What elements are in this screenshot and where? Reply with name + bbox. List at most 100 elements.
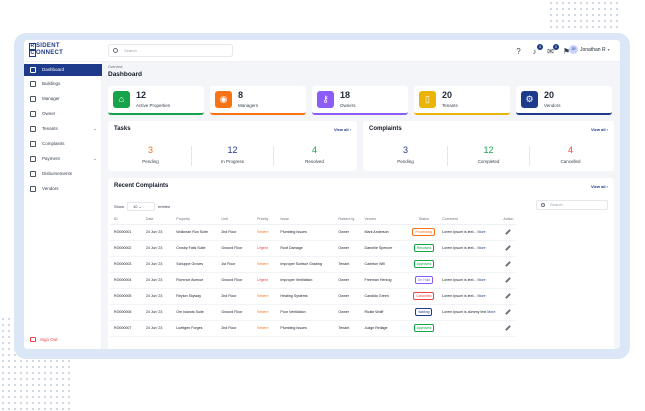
entries-select[interactable]: 10 ⌄ — [127, 202, 156, 211]
edit-icon[interactable] — [505, 309, 512, 315]
help-icon[interactable]: ? — [514, 47, 523, 56]
complaints-view-all-link[interactable]: View all › — [591, 127, 608, 132]
column-header[interactable]: Raised by — [334, 214, 361, 225]
sidebar-item-tenants[interactable]: Tenants ⌄ — [24, 123, 102, 135]
column-header[interactable]: Property — [172, 214, 218, 225]
more-link[interactable]: More — [476, 294, 485, 298]
table-cell: Mark Anderson — [360, 224, 406, 241]
table-row[interactable]: RO000001 24 Jun '23 Wolkman Run Suite 2nd F… — [110, 224, 516, 241]
sidebar-item-buildings[interactable]: Buildings — [24, 78, 102, 90]
owner-icon — [30, 111, 36, 117]
stat-card-managers[interactable]: ◉ 8 Managers — [210, 86, 306, 115]
edit-icon[interactable] — [505, 277, 512, 283]
column-header[interactable]: Status — [405, 214, 439, 225]
column-header[interactable]: Action — [496, 214, 516, 225]
table-cell: 2nd Floor — [217, 224, 254, 241]
search-input[interactable]: Search — [108, 44, 233, 57]
complaints-cancelled: 4 Cancelled — [560, 145, 581, 164]
table-row[interactable]: RO000004 24 Jun '23 Florence Avenue Ground … — [110, 272, 516, 289]
sidebar-item-manager[interactable]: Manager — [24, 93, 102, 105]
status-cell: Cancelled — [405, 288, 439, 305]
edit-icon[interactable] — [505, 293, 512, 299]
stat-card-properties[interactable]: ⌂ 12 Active Properties — [108, 86, 204, 115]
status-badge: On Hold — [414, 276, 434, 284]
table-cell: Owner — [334, 224, 361, 241]
vendor-icon — [30, 186, 36, 192]
edit-icon[interactable] — [505, 325, 512, 331]
column-header[interactable]: Issue — [276, 214, 335, 225]
table-cell: Owner — [334, 288, 361, 305]
table-cell: RO000006 — [110, 304, 142, 321]
complaint-icon — [30, 141, 36, 147]
search-icon — [113, 48, 118, 53]
sidebar-item-vendors[interactable]: Vendors — [24, 183, 102, 195]
column-header[interactable]: Date — [141, 214, 173, 225]
priority-cell: Severe — [253, 304, 277, 321]
page-title: Dashboard — [108, 71, 142, 78]
action-cell — [496, 288, 516, 305]
table-cell: 2nd Floor — [217, 320, 254, 337]
recent-view-all-link[interactable]: View all › — [591, 184, 608, 189]
complaints-completed: 12 Completed — [477, 145, 500, 164]
complaints-table: ID Date Property Unit Priority Issue Raised by… — [110, 214, 516, 337]
action-cell — [496, 240, 516, 257]
mail-icon[interactable]: ✉ 2 — [546, 43, 559, 56]
table-cell: RO000002 — [110, 240, 142, 257]
status-badge: Approved — [413, 260, 435, 268]
logout-icon — [30, 337, 36, 343]
edit-icon[interactable] — [505, 261, 512, 267]
edit-icon[interactable] — [505, 245, 512, 251]
more-link[interactable]: More — [476, 230, 485, 234]
table-row[interactable]: RO000005 24 Jun '23 Reyton Skyway 2nd Floor… — [110, 288, 516, 305]
sidebar-item-complaints[interactable]: Complaints — [24, 138, 102, 150]
more-link[interactable]: More — [476, 278, 485, 282]
sign-out-button[interactable]: Sign Out — [30, 337, 58, 343]
sidebar-item-owner[interactable]: Owner — [24, 108, 102, 120]
table-cell: Luettgen Forges — [172, 320, 218, 337]
recent-complaints-card: Recent Complaints View all › Show 10 ⌄ ent… — [108, 178, 614, 349]
table-row[interactable]: RO000003 24 Jun '23 Schuppe Groves 1st Floo… — [110, 256, 516, 273]
status-badge: Processing — [412, 228, 436, 236]
entries-selector: Show 10 ⌄ entries — [114, 202, 171, 211]
status-cell: Resolved — [405, 240, 439, 257]
table-row[interactable]: RO000006 24 Jun '23 Orn Islands Suite Groun… — [110, 304, 516, 321]
sidebar-item-disbursements[interactable]: Disbursements — [24, 168, 102, 180]
column-header[interactable]: Priority — [253, 214, 277, 225]
column-header[interactable]: Vendor — [360, 214, 406, 225]
table-cell: RO000001 — [110, 224, 142, 241]
column-header[interactable]: Unit — [217, 214, 254, 225]
complaints-title: Complaints — [369, 126, 402, 132]
edit-icon[interactable] — [505, 229, 512, 235]
sidebar-item-dashboard[interactable]: Dashboard — [24, 64, 102, 76]
door-icon: ▯ — [419, 91, 436, 108]
table-cell: Wolkman Run Suite — [172, 224, 218, 241]
stat-card-vendors[interactable]: ⚙ 20 Vendors — [516, 86, 612, 115]
table-cell: Heating Systems — [276, 288, 335, 305]
column-header[interactable]: Comment — [438, 214, 497, 225]
tasks-view-all-link[interactable]: View all › — [334, 127, 351, 132]
status-cell: Approved — [405, 320, 439, 337]
table-cell: 24 Jun '23 — [141, 240, 173, 257]
sidebar-item-payment[interactable]: Payment ⌄ — [24, 153, 102, 165]
table-body: RO000001 24 Jun '23 Wolkman Run Suite 2nd F… — [110, 224, 516, 337]
priority-cell: Severe — [253, 256, 277, 273]
table-cell: Freeman Herzog — [360, 272, 406, 289]
table-cell: Tenant — [334, 256, 361, 273]
tasks-card: Tasks View all › 3 Pending 12 In Progress … — [108, 121, 357, 171]
table-cell: Ground Floor — [217, 240, 254, 257]
bell-icon[interactable]: ♪ 3 — [530, 43, 543, 56]
table-cell: 24 Jun '23 — [141, 272, 173, 289]
stat-card-tenants[interactable]: ▯ 20 Tenants — [414, 86, 510, 115]
key-icon: ⚷ — [317, 91, 334, 108]
home-icon: ⌂ — [113, 91, 130, 108]
more-link[interactable]: More — [476, 246, 485, 250]
table-row[interactable]: RO000007 24 Jun '23 Luettgen Forges 2nd Flo… — [110, 320, 516, 337]
table-search-input[interactable]: Search — [536, 200, 608, 210]
user-menu[interactable]: JR Jonathan R ▾ — [569, 45, 610, 54]
stat-card-owners[interactable]: ⚷ 18 Owners — [312, 86, 408, 115]
more-link[interactable]: More — [486, 310, 495, 314]
comment-cell — [438, 320, 497, 337]
table-row[interactable]: RO000002 24 Jun '23 Crosby Falls Suite Grou… — [110, 240, 516, 257]
priority-cell: Severe — [253, 320, 277, 337]
column-header[interactable]: ID — [110, 214, 142, 225]
